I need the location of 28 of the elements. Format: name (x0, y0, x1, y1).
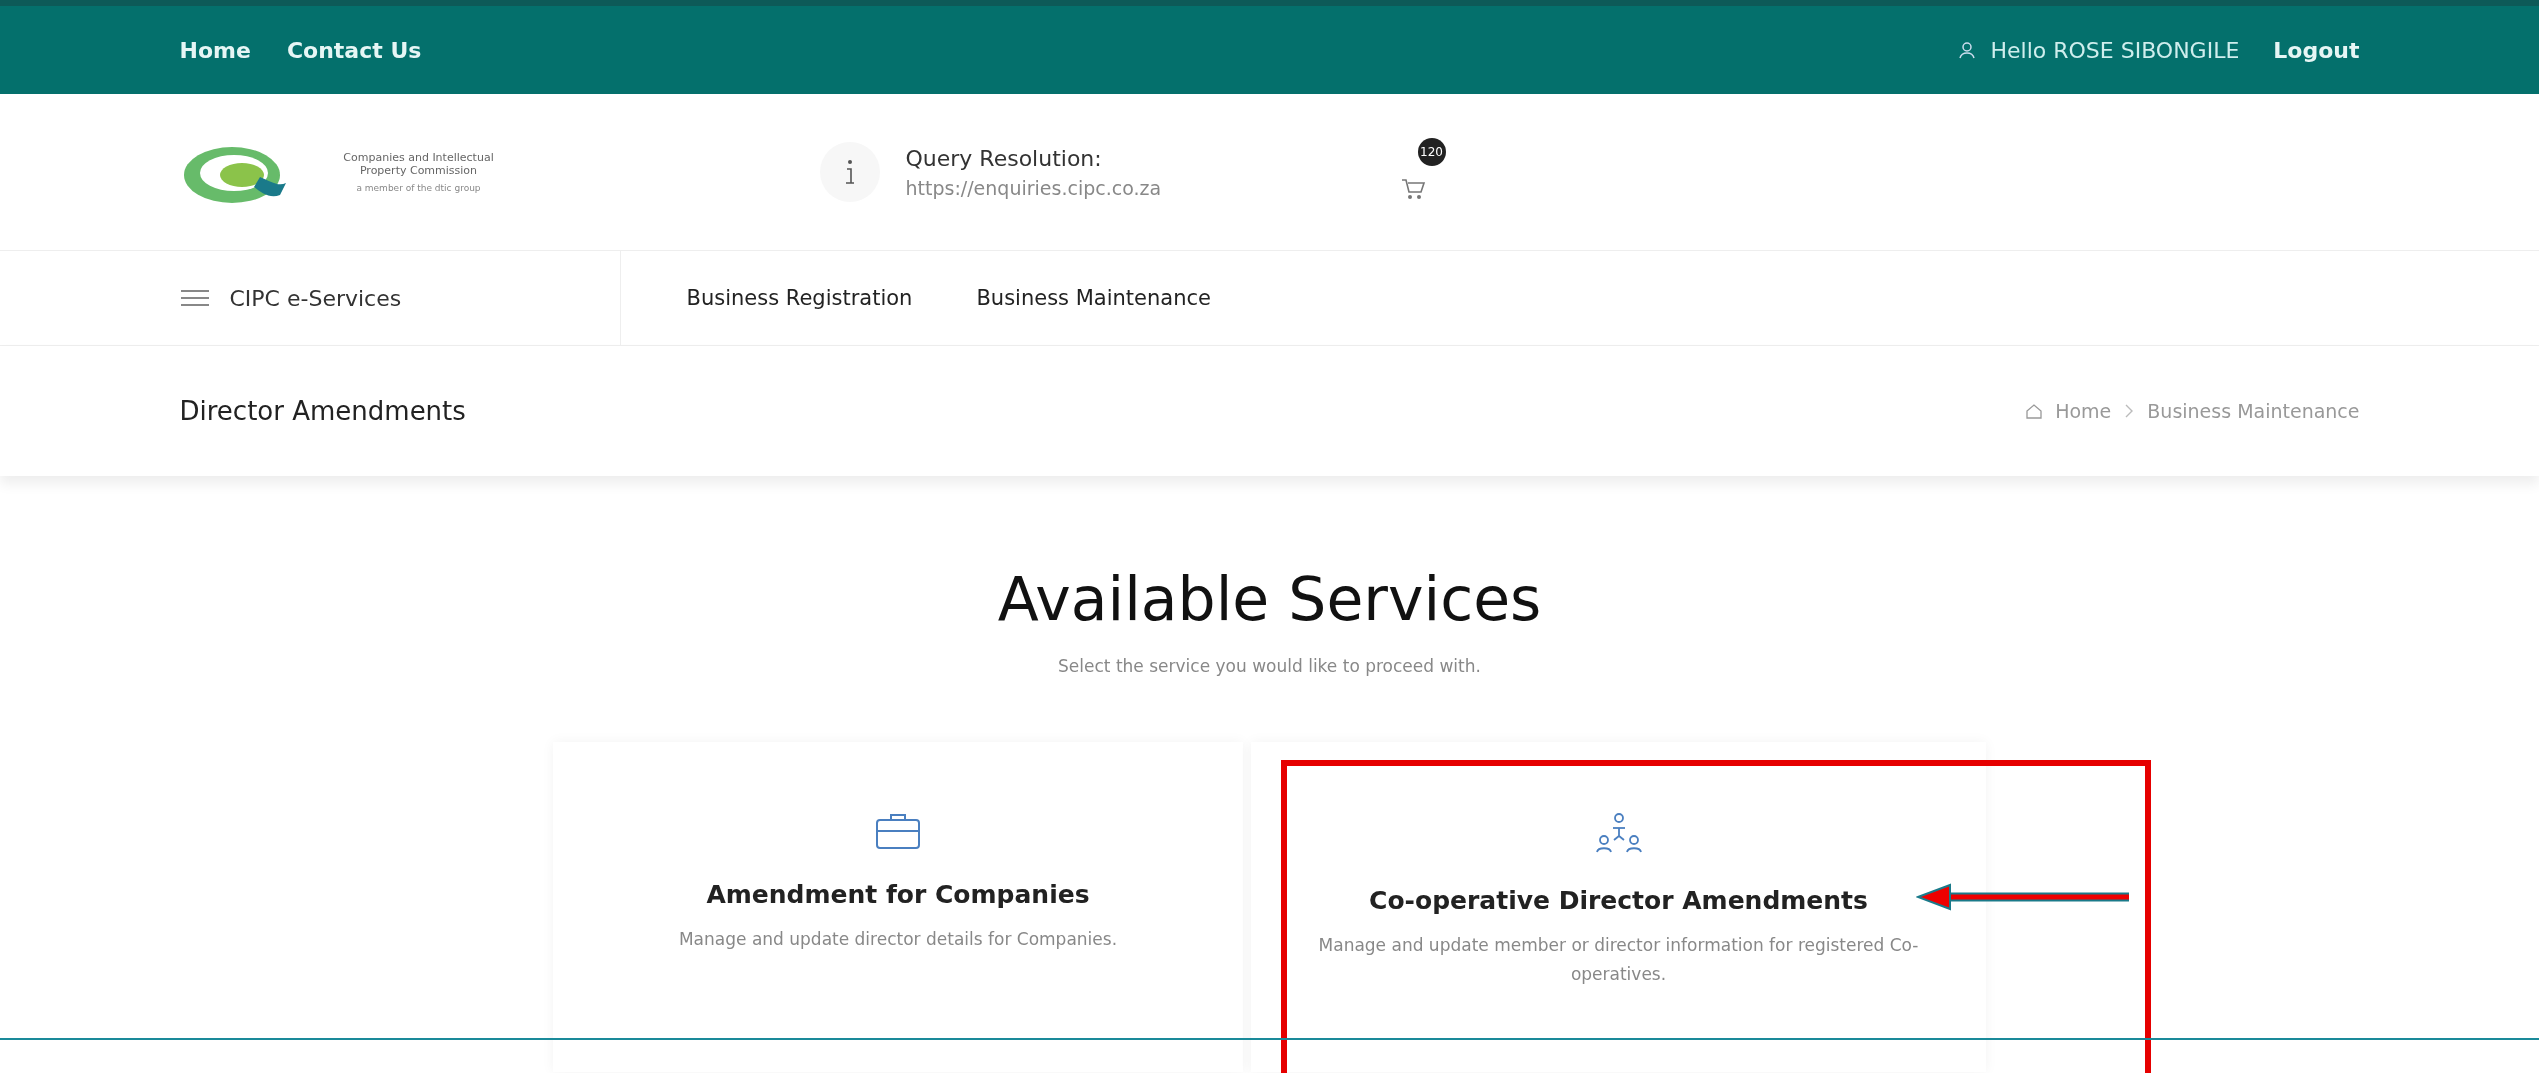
service-card[interactable]: Amendment for Companies Manage and update director details for Companies. (553, 742, 1243, 1072)
query-link[interactable]: https://enquiries.cipc.co.za (905, 176, 1162, 199)
cart-count-badge: 120 (1417, 138, 1446, 166)
section-subheading: Select the service you would like to proceed with. (1058, 656, 1481, 676)
breadcrumb-link[interactable]: Business Maintenance (2147, 400, 2360, 422)
top-nav-link[interactable]: Home (179, 37, 251, 63)
breadcrumb-link[interactable]: Home (2055, 400, 2112, 422)
query-title: Query Resolution: (905, 145, 1103, 171)
menu-icon (179, 289, 210, 307)
cart-icon[interactable] (1399, 176, 1426, 202)
user-icon (1958, 41, 1977, 59)
card-description: Manage and update director details for Companies. (677, 928, 1119, 951)
home-icon (2025, 402, 2044, 420)
user-greeting: Hello ROSE SIBONGILE (1990, 37, 2240, 63)
logout-link[interactable]: Logout (2273, 37, 2360, 63)
card-title: Co-operative Director Amendments (1369, 886, 1868, 915)
nav-link[interactable]: Business Registration (686, 286, 913, 310)
card-description: Manage and update member or director information for registered Co-operatives. (1317, 934, 1920, 986)
logo-tagline: a member of the dtic group (356, 183, 481, 193)
services-menu[interactable]: CIPC e-Services (179, 251, 621, 345)
section-heading: Available Services (997, 564, 1542, 634)
page-title: Director Amendments (179, 396, 466, 426)
nav-link[interactable]: Business Maintenance (976, 286, 1211, 310)
service-card[interactable]: Co-operative Director Amendments Manage and update member or director information for registered Co-operatives. (1251, 742, 1986, 1072)
logo-name: Companies and Intellectual Property Commission (342, 151, 495, 177)
top-nav-link[interactable]: Contact Us (286, 37, 422, 63)
briefcase-icon (875, 812, 921, 850)
card-title: Amendment for Companies (706, 880, 1090, 909)
